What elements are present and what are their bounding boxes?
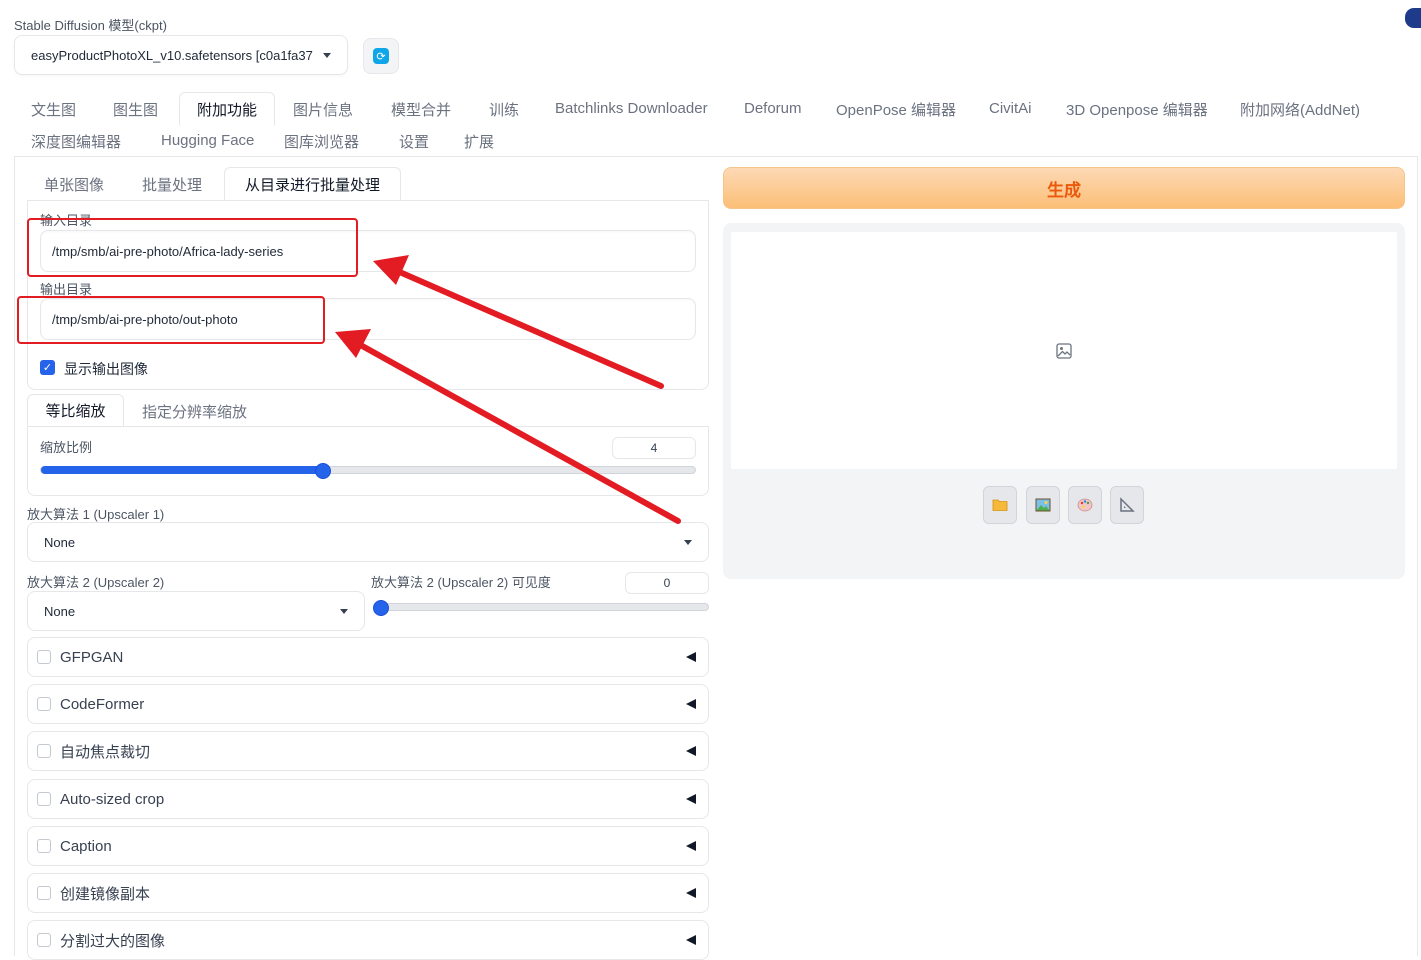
- annotation-box-input: [27, 218, 358, 277]
- collapse-triangle-icon: [686, 699, 696, 709]
- subtab-batch-process[interactable]: 批量处理: [142, 174, 202, 195]
- tab-extensions[interactable]: 扩展: [464, 131, 494, 152]
- collapse-triangle-icon: [686, 746, 696, 756]
- collapse-triangle-icon: [686, 888, 696, 898]
- tab-settings[interactable]: 设置: [399, 131, 429, 152]
- collapse-triangle-icon: [686, 794, 696, 804]
- generate-button[interactable]: 生成: [723, 167, 1405, 209]
- tab-img2img[interactable]: 图生图: [113, 99, 158, 120]
- scale-box: [27, 426, 709, 496]
- chevron-down-icon: [684, 539, 692, 545]
- accordion-label: 分割过大的图像: [60, 932, 166, 950]
- folder-icon: [992, 499, 1008, 511]
- tab-model-merge[interactable]: 模型合并: [391, 99, 451, 120]
- accordion-flip-copy[interactable]: 创建镜像副本: [27, 873, 709, 913]
- open-folder-button[interactable]: [983, 486, 1017, 524]
- send-to-img2img-button[interactable]: [1026, 486, 1060, 524]
- show-output-label: 显示输出图像: [64, 361, 148, 377]
- auto-sized-crop-checkbox[interactable]: [37, 792, 51, 806]
- send-to-inpaint-button[interactable]: [1068, 486, 1102, 524]
- image-placeholder-icon: [1056, 343, 1072, 359]
- accordion-caption[interactable]: Caption: [27, 826, 709, 866]
- tab-image-browser[interactable]: 图库浏览器: [284, 131, 359, 152]
- accordion-label: 自动焦点裁切: [60, 743, 151, 761]
- chevron-down-icon: [323, 52, 331, 58]
- tab-3d-openpose[interactable]: 3D Openpose 编辑器: [1066, 99, 1208, 120]
- resize-slider-thumb[interactable]: [315, 463, 331, 479]
- tab-deforum[interactable]: Deforum: [744, 100, 802, 117]
- tab-extras[interactable]: 附加功能: [179, 92, 275, 126]
- upscaler2-value: None: [44, 603, 76, 619]
- accordion-label: Caption: [60, 837, 112, 855]
- upscaler1-value: None: [44, 534, 76, 550]
- image-icon: [1035, 498, 1051, 512]
- tab-batchlinks[interactable]: Batchlinks Downloader: [555, 100, 708, 117]
- subtab-single-image[interactable]: 单张图像: [44, 174, 104, 195]
- flip-copy-checkbox[interactable]: [37, 886, 51, 900]
- accordion-label: CodeFormer: [60, 695, 145, 713]
- gfpgan-checkbox[interactable]: [37, 650, 51, 664]
- upscaler1-label: 放大算法 1 (Upscaler 1): [27, 507, 165, 522]
- tab-png-info[interactable]: 图片信息: [293, 99, 353, 120]
- tab-hugging-face[interactable]: Hugging Face: [161, 132, 254, 149]
- collapse-triangle-icon: [686, 935, 696, 945]
- upscaler2-select[interactable]: None: [27, 591, 365, 631]
- resize-slider-fill: [41, 466, 323, 474]
- upscaler2-visibility-slider[interactable]: [374, 603, 709, 611]
- refresh-icon: ⟳: [373, 48, 389, 64]
- tab-scale-to[interactable]: 指定分辨率缩放: [142, 401, 247, 422]
- tab-openpose[interactable]: OpenPose 编辑器: [836, 99, 956, 120]
- accordion-split-oversized[interactable]: 分割过大的图像: [27, 920, 709, 960]
- tab-addnet[interactable]: 附加网络(AddNet): [1240, 99, 1360, 120]
- codeformer-checkbox[interactable]: [37, 697, 51, 711]
- accordion-auto-focal-crop[interactable]: 自动焦点裁切: [27, 731, 709, 771]
- model-label: Stable Diffusion 模型(ckpt): [14, 18, 167, 33]
- tab-civitai[interactable]: CivitAi: [989, 100, 1032, 117]
- auto-focal-crop-checkbox[interactable]: [37, 744, 51, 758]
- annotation-box-output: [17, 296, 325, 344]
- resize-label: 缩放比例: [40, 440, 93, 455]
- split-oversized-checkbox[interactable]: [37, 933, 51, 947]
- palette-icon: [1077, 498, 1093, 512]
- tab-depth-editor[interactable]: 深度图编辑器: [31, 131, 121, 152]
- upscaler2-visibility-label: 放大算法 2 (Upscaler 2) 可见度: [371, 575, 551, 590]
- tab-scale-by[interactable]: 等比缩放: [27, 394, 124, 427]
- tab-train[interactable]: 训练: [489, 99, 519, 120]
- model-select[interactable]: easyProductPhotoXL_v10.safetensors [c0a1…: [14, 35, 348, 75]
- ruler-icon: [1120, 497, 1135, 512]
- model-select-value: easyProductPhotoXL_v10.safetensors [c0a1…: [31, 47, 313, 63]
- collapse-triangle-icon: [686, 841, 696, 851]
- app-logo: [1405, 8, 1421, 28]
- chevron-down-icon: [340, 608, 348, 614]
- resize-number-input[interactable]: 4: [612, 437, 696, 459]
- show-output-checkbox[interactable]: ✓: [40, 360, 55, 375]
- accordion-label: 创建镜像副本: [60, 885, 151, 903]
- accordion-codeformer[interactable]: CodeFormer: [27, 684, 709, 724]
- accordion-auto-sized-crop[interactable]: Auto-sized crop: [27, 779, 709, 819]
- upscaler1-select[interactable]: None: [27, 522, 709, 562]
- tab-txt2img[interactable]: 文生图: [31, 99, 76, 120]
- subtab-batch-from-directory[interactable]: 从目录进行批量处理: [224, 167, 401, 201]
- upscaler2-visibility-input[interactable]: 0: [625, 572, 709, 594]
- upscaler2-label: 放大算法 2 (Upscaler 2): [27, 575, 165, 590]
- upscaler2-visibility-thumb[interactable]: [373, 600, 389, 616]
- send-to-extras-button[interactable]: [1110, 486, 1144, 524]
- accordion-gfpgan[interactable]: GFPGAN: [27, 637, 709, 677]
- refresh-model-button[interactable]: ⟳: [363, 38, 399, 74]
- resize-slider[interactable]: [40, 466, 696, 474]
- accordion-label: GFPGAN: [60, 648, 124, 666]
- collapse-triangle-icon: [686, 652, 696, 662]
- accordion-label: Auto-sized crop: [60, 790, 165, 808]
- caption-checkbox[interactable]: [37, 839, 51, 853]
